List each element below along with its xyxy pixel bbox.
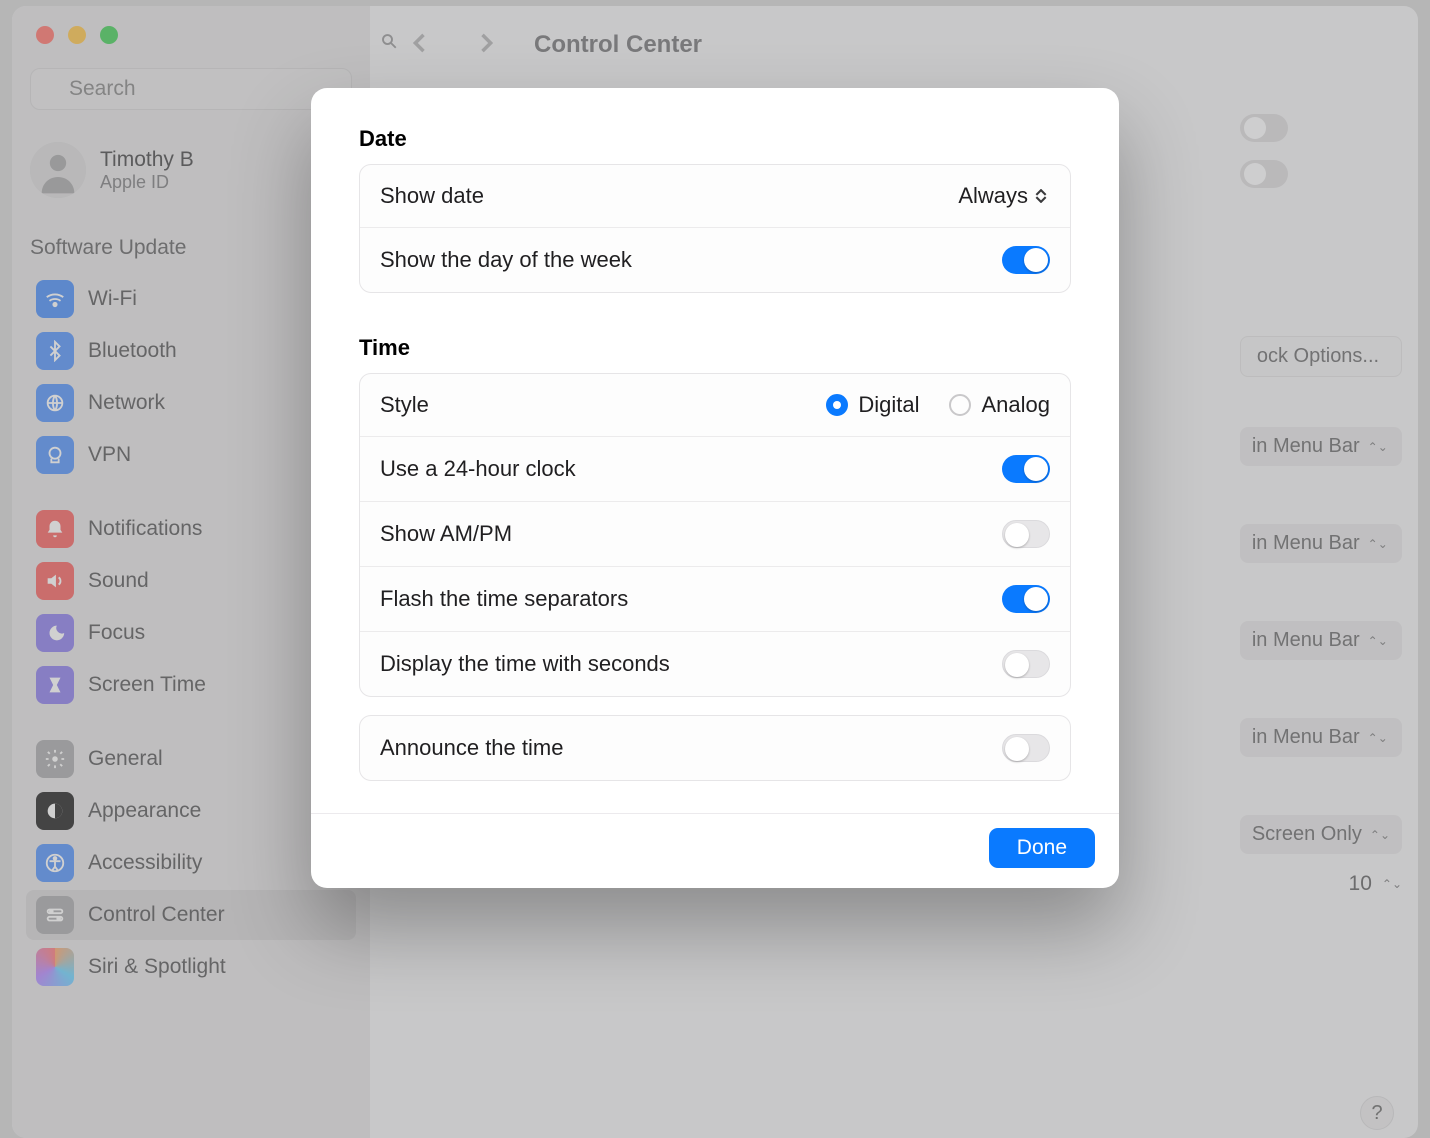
h24-toggle[interactable]	[1002, 455, 1050, 483]
h24-label: Use a 24-hour clock	[380, 456, 1002, 482]
show-date-row: Show date Always	[360, 165, 1070, 228]
clock-options-sheet: Date Show date Always Show the day of th…	[311, 88, 1119, 888]
announce-row: Announce the time	[360, 716, 1070, 780]
popup-chevrons-icon	[1034, 189, 1050, 203]
done-button[interactable]: Done	[989, 828, 1095, 868]
style-label: Style	[380, 392, 826, 418]
announce-label: Announce the time	[380, 735, 1002, 761]
announce-group: Announce the time	[359, 715, 1071, 781]
announce-toggle[interactable]	[1002, 734, 1050, 762]
seconds-toggle[interactable]	[1002, 650, 1050, 678]
flash-toggle[interactable]	[1002, 585, 1050, 613]
show-day-toggle[interactable]	[1002, 246, 1050, 274]
flash-label: Flash the time separators	[380, 586, 1002, 612]
h24-row: Use a 24-hour clock	[360, 437, 1070, 502]
style-analog-radio[interactable]: Analog	[949, 392, 1050, 418]
ampm-toggle[interactable]	[1002, 520, 1050, 548]
seconds-label: Display the time with seconds	[380, 651, 1002, 677]
time-header: Time	[359, 335, 1071, 361]
ampm-label: Show AM/PM	[380, 521, 1002, 547]
seconds-row: Display the time with seconds	[360, 632, 1070, 696]
show-date-value: Always	[958, 183, 1028, 209]
sheet-body: Date Show date Always Show the day of th…	[311, 88, 1119, 813]
sheet-footer: Done	[311, 813, 1119, 888]
flash-row: Flash the time separators	[360, 567, 1070, 632]
time-group: Style Digital Analog Use a 24-hour clock…	[359, 373, 1071, 697]
style-digital-radio[interactable]: Digital	[826, 392, 919, 418]
show-date-popup[interactable]: Always	[958, 183, 1050, 209]
show-date-label: Show date	[380, 183, 958, 209]
date-header: Date	[359, 126, 1071, 152]
show-day-row: Show the day of the week	[360, 228, 1070, 292]
show-day-label: Show the day of the week	[380, 247, 1002, 273]
style-row: Style Digital Analog	[360, 374, 1070, 437]
date-group: Show date Always Show the day of the wee…	[359, 164, 1071, 293]
style-radio-set: Digital Analog	[826, 392, 1050, 418]
ampm-row: Show AM/PM	[360, 502, 1070, 567]
